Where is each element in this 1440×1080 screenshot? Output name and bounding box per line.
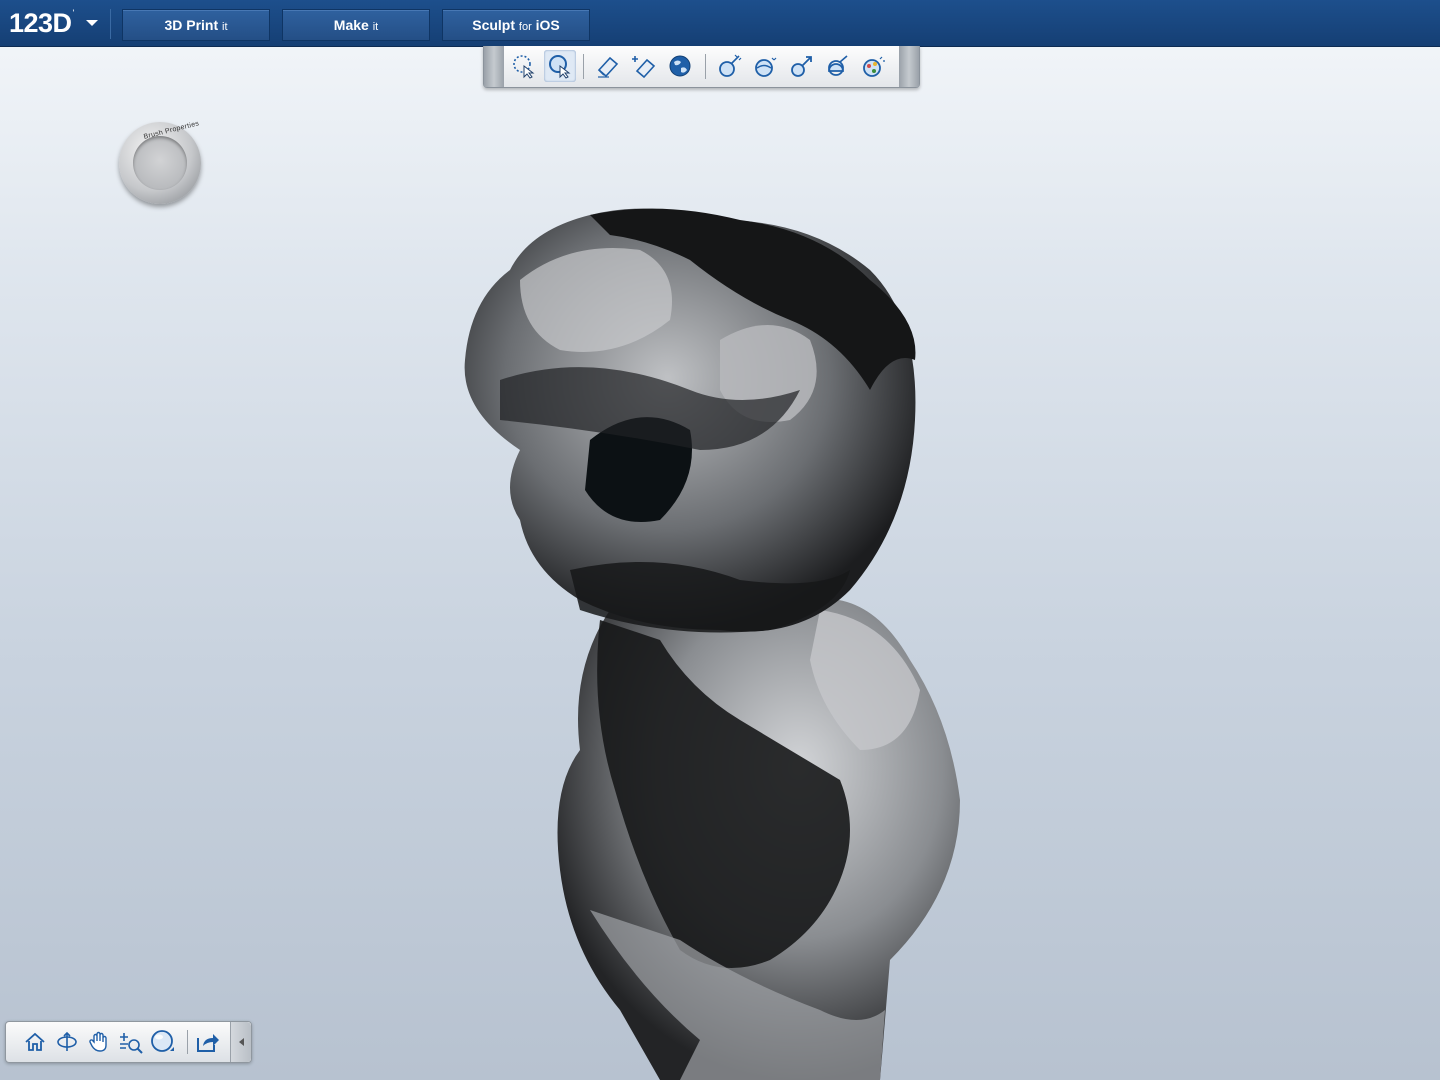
eraser-icon[interactable] bbox=[592, 50, 624, 82]
flatten-brush-icon[interactable] bbox=[822, 50, 854, 82]
orbit-icon[interactable] bbox=[52, 1027, 82, 1057]
navbar-separator bbox=[187, 1030, 188, 1054]
app-logo: 123D bbox=[9, 8, 72, 38]
home-icon[interactable] bbox=[20, 1027, 50, 1057]
toolbar-separator bbox=[705, 54, 706, 79]
chevron-left-icon bbox=[238, 1038, 244, 1046]
inflate-brush-icon[interactable] bbox=[714, 50, 746, 82]
top-bar: 123D ' 3D Print it Make it Sculpt for iO… bbox=[0, 0, 1440, 47]
select-zoom-icon[interactable] bbox=[544, 50, 576, 82]
sculpt-label: Sculpt bbox=[472, 17, 516, 33]
select-region-icon[interactable] bbox=[508, 50, 540, 82]
sculpt-for: for bbox=[518, 21, 532, 33]
paint-brush-icon[interactable] bbox=[858, 50, 890, 82]
toolbar-separator bbox=[583, 54, 584, 79]
make-sub: it bbox=[372, 21, 379, 33]
logo-mark: ' bbox=[72, 8, 75, 18]
divider bbox=[110, 9, 111, 39]
3d-print-sub: it bbox=[222, 21, 228, 33]
toolbar-left-cap bbox=[484, 46, 504, 87]
sculpt-ios-button[interactable]: Sculpt for iOS bbox=[442, 9, 590, 41]
sculpt-toolbar bbox=[483, 46, 920, 88]
view-sphere-icon[interactable] bbox=[148, 1027, 178, 1057]
zoom-icon[interactable] bbox=[116, 1027, 146, 1057]
make-it-button[interactable]: Make it bbox=[282, 9, 430, 41]
3d-print-button[interactable]: 3D Print it bbox=[122, 9, 270, 41]
pan-icon[interactable] bbox=[84, 1027, 114, 1057]
brush-properties-dial[interactable]: Brush Properties bbox=[119, 120, 201, 204]
globe-icon[interactable] bbox=[664, 50, 696, 82]
smooth-brush-icon[interactable] bbox=[750, 50, 782, 82]
make-label: Make bbox=[333, 17, 369, 33]
navbar-collapse-button[interactable] bbox=[230, 1022, 251, 1062]
app-menu[interactable]: 123D ' bbox=[9, 6, 99, 40]
chevron-down-icon[interactable] bbox=[86, 20, 99, 26]
sculpt-ios: iOS bbox=[535, 17, 560, 33]
brush-preview bbox=[133, 136, 187, 190]
pull-brush-icon[interactable] bbox=[786, 50, 818, 82]
toolbar-right-cap bbox=[899, 46, 919, 87]
sculpt-model-viewport[interactable] bbox=[440, 190, 980, 1080]
navigation-bar bbox=[5, 1021, 252, 1063]
eraser-add-icon[interactable] bbox=[628, 50, 660, 82]
3d-print-label: 3D Print bbox=[164, 17, 219, 33]
share-icon[interactable] bbox=[193, 1027, 223, 1057]
